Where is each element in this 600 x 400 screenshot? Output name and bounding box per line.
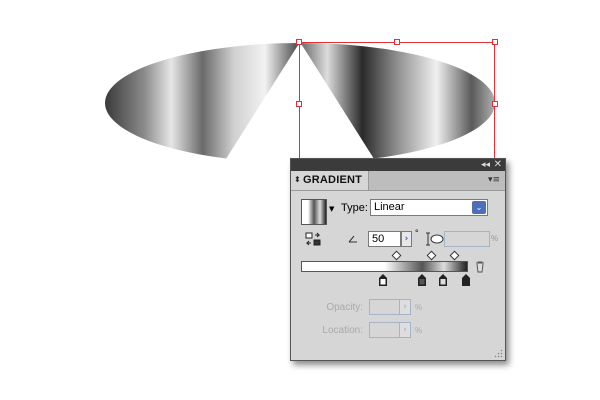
opacity-input [369,299,400,315]
degree-symbol: ° [415,228,419,238]
gradient-panel: ◂◂ ✕ ⬍ GRADIENT ▾≡ ▼ Type: Linear ⌄ 50 ›… [290,158,506,361]
gradient-stop-4[interactable] [462,274,470,286]
location-input [369,322,400,338]
selection-handle-top-left[interactable] [296,39,302,45]
gradient-swatch-menu-icon[interactable]: ▼ [329,205,334,213]
gradient-stop-1[interactable] [379,274,387,286]
close-panel-icon[interactable]: ✕ [494,159,502,171]
opacity-dropdown-button: › [399,299,411,315]
resize-grip-icon[interactable] [494,349,503,358]
gradient-midpoint-1[interactable] [391,250,402,261]
aspect-ratio-input [444,231,490,247]
gradient-stop-3[interactable] [439,274,447,286]
opacity-unit: % [415,303,423,312]
gradient-midpoint-3[interactable] [449,250,460,261]
reverse-gradient-icon[interactable] [305,232,321,246]
panel-tab-row: ⬍ GRADIENT ▾≡ [291,171,505,191]
location-label: Location: [322,325,363,336]
tab-options-toggle-icon[interactable]: ⬍ [294,175,301,184]
selection-handle-top-middle[interactable] [394,39,400,45]
gradient-preview-swatch[interactable] [301,199,327,225]
selection-bounding-box [299,42,495,160]
aspect-ratio-unit: % [491,234,499,243]
gradient-ramp[interactable] [301,261,468,272]
tab-gradient-label: GRADIENT [303,174,363,186]
location-dropdown-button: › [399,322,411,338]
selection-handle-middle-right[interactable] [492,101,498,107]
angle-icon [348,235,357,243]
angle-input[interactable]: 50 [368,231,401,247]
angle-dropdown-button[interactable]: › [401,231,412,247]
panel-menu-icon[interactable]: ▾≡ [488,175,500,185]
gradient-midpoint-2[interactable] [426,250,437,261]
chevron-down-icon[interactable]: ⌄ [472,201,486,214]
type-label: Type: [341,202,368,214]
selection-handle-top-right[interactable] [492,39,498,45]
trash-icon[interactable] [475,261,485,273]
location-unit: % [415,326,423,335]
collapse-panel-icon[interactable]: ◂◂ [481,159,490,171]
gradient-type-value: Linear [374,201,405,213]
angle-value: 50 [372,233,385,245]
tab-gradient[interactable]: ⬍ GRADIENT [291,171,369,190]
opacity-label: Opacity: [326,302,363,313]
gradient-type-select[interactable]: Linear ⌄ [370,199,488,216]
aspect-ratio-icon [426,232,444,246]
selection-handle-middle-left[interactable] [296,101,302,107]
gradient-stop-2[interactable] [418,274,426,286]
panel-titlebar[interactable]: ◂◂ ✕ [291,159,505,171]
